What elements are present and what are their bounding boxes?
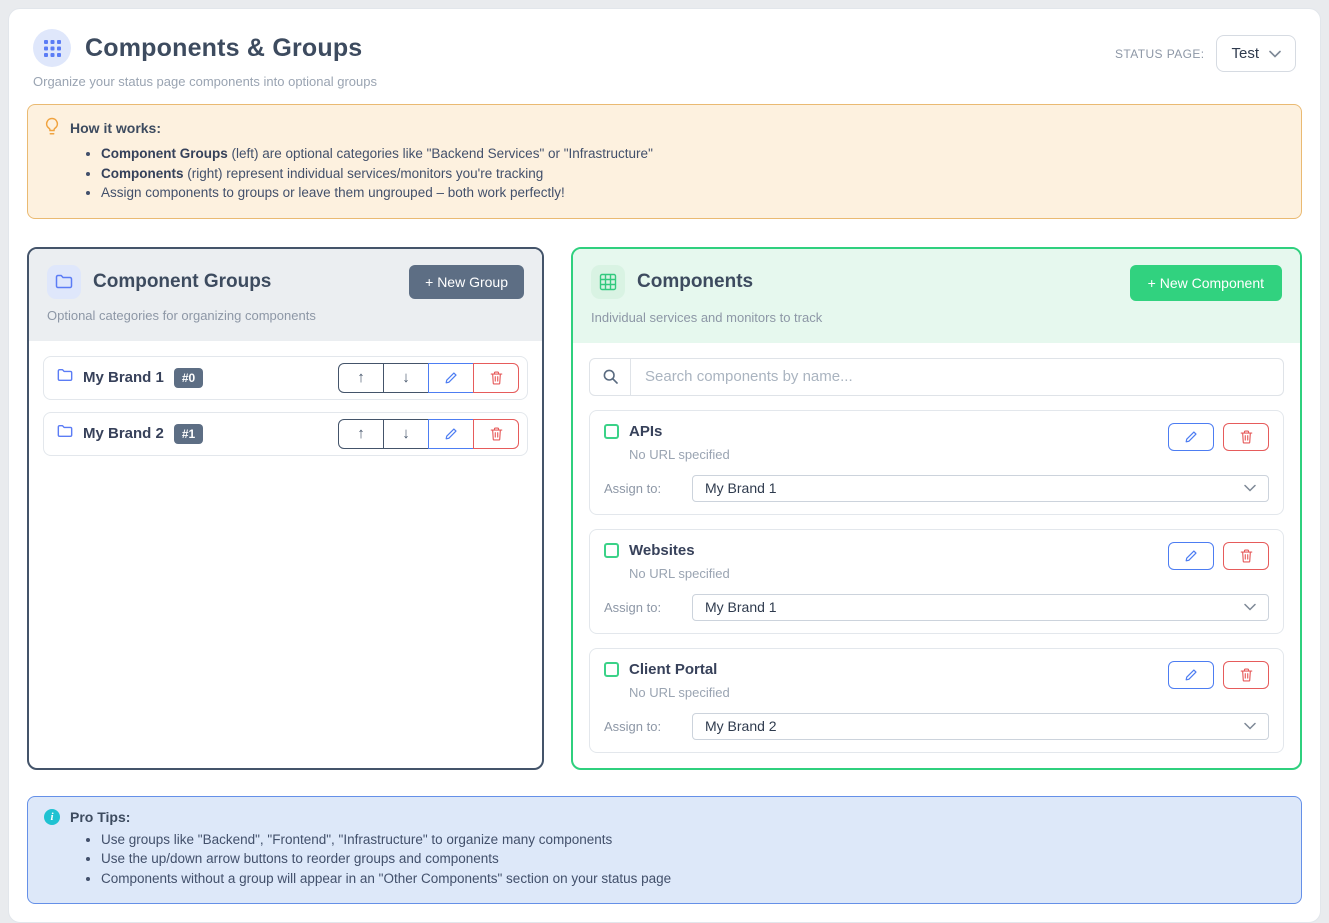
edit-component-button[interactable] bbox=[1168, 661, 1214, 689]
move-up-button[interactable]: ↑ bbox=[338, 419, 384, 449]
assign-group-select[interactable]: My Brand 1 bbox=[692, 475, 1269, 502]
assign-to-label: Assign to: bbox=[604, 600, 692, 615]
how-it-works-title: How it works: bbox=[70, 120, 161, 136]
groups-list: My Brand 1 #0 ↑ ↓ My Brand 2 #1 ↑ bbox=[29, 341, 542, 768]
search-input[interactable] bbox=[631, 359, 1283, 395]
status-page-label: STATUS PAGE: bbox=[1115, 47, 1204, 61]
assign-to-label: Assign to: bbox=[604, 719, 692, 734]
folder-icon bbox=[57, 368, 73, 387]
callout-bullet: Components (right) represent individual … bbox=[101, 166, 1285, 181]
component-name: Websites bbox=[629, 542, 695, 559]
group-row: My Brand 1 #0 ↑ ↓ bbox=[43, 356, 528, 400]
component-card: APIs No URL specified Assign to: My Bran… bbox=[589, 410, 1284, 515]
edit-component-button[interactable] bbox=[1168, 542, 1214, 570]
callout-bullet: Component Groups (left) are optional cat… bbox=[101, 146, 1285, 161]
callout-bullet: Use groups like "Backend", "Frontend", "… bbox=[101, 832, 1285, 847]
status-page-selector: STATUS PAGE: Test bbox=[1115, 35, 1296, 72]
page-header-left: Components & Groups Organize your status… bbox=[33, 29, 377, 89]
groups-panel-header: Component Groups + New Group Optional ca… bbox=[29, 249, 542, 341]
delete-component-button[interactable] bbox=[1223, 542, 1269, 570]
how-it-works-callout: How it works: Component Groups (left) ar… bbox=[27, 104, 1302, 219]
edit-group-button[interactable] bbox=[428, 419, 474, 449]
apps-grid-icon bbox=[33, 29, 71, 67]
component-url-status: No URL specified bbox=[629, 447, 730, 462]
new-component-button[interactable]: + New Component bbox=[1130, 265, 1282, 301]
component-url-status: No URL specified bbox=[629, 685, 730, 700]
chevron-down-icon bbox=[1269, 50, 1281, 58]
move-down-button[interactable]: ↓ bbox=[383, 363, 429, 393]
edit-component-button[interactable] bbox=[1168, 423, 1214, 451]
components-list: APIs No URL specified Assign to: My Bran… bbox=[589, 410, 1284, 753]
assign-group-select[interactable]: My Brand 1 bbox=[692, 594, 1269, 621]
chevron-down-icon bbox=[1244, 484, 1256, 492]
group-name: My Brand 1 bbox=[83, 369, 164, 386]
how-it-works-list: Component Groups (left) are optional cat… bbox=[101, 146, 1285, 200]
delete-group-button[interactable] bbox=[473, 419, 519, 449]
component-checkbox[interactable] bbox=[604, 424, 619, 439]
lightbulb-icon bbox=[44, 117, 60, 139]
components-panel-subtitle: Individual services and monitors to trac… bbox=[591, 310, 1282, 325]
new-group-button[interactable]: + New Group bbox=[409, 265, 524, 299]
assigned-group-value: My Brand 2 bbox=[705, 718, 777, 734]
chevron-down-icon bbox=[1244, 603, 1256, 611]
delete-component-button[interactable] bbox=[1223, 423, 1269, 451]
group-order-badge: #0 bbox=[174, 368, 203, 388]
component-card: Client Portal No URL specified Assign to… bbox=[589, 648, 1284, 753]
callout-bullet: Components without a group will appear i… bbox=[101, 871, 1285, 886]
component-name: Client Portal bbox=[629, 661, 717, 678]
pro-tips-title: Pro Tips: bbox=[70, 809, 130, 825]
chevron-down-icon bbox=[1244, 722, 1256, 730]
folder-icon bbox=[57, 424, 73, 443]
groups-panel-title: Component Groups bbox=[93, 271, 271, 293]
delete-group-button[interactable] bbox=[473, 363, 519, 393]
component-actions bbox=[1168, 661, 1269, 689]
page-header: Components & Groups Organize your status… bbox=[27, 25, 1302, 89]
grid-table-icon bbox=[591, 265, 625, 299]
pro-tips-callout: i Pro Tips: Use groups like "Backend", "… bbox=[27, 796, 1302, 905]
components-body: APIs No URL specified Assign to: My Bran… bbox=[573, 343, 1300, 768]
component-actions bbox=[1168, 542, 1269, 570]
group-order-badge: #1 bbox=[174, 424, 203, 444]
component-checkbox[interactable] bbox=[604, 543, 619, 558]
components-groups-page: Components & Groups Organize your status… bbox=[8, 8, 1321, 923]
info-icon: i bbox=[44, 809, 60, 825]
group-row: My Brand 2 #1 ↑ ↓ bbox=[43, 412, 528, 456]
components-panel: Components + New Component Individual se… bbox=[571, 247, 1302, 770]
components-panel-title: Components bbox=[637, 271, 753, 293]
group-actions: ↑ ↓ bbox=[338, 363, 519, 393]
assigned-group-value: My Brand 1 bbox=[705, 599, 777, 615]
group-name: My Brand 2 bbox=[83, 425, 164, 442]
components-panel-header: Components + New Component Individual se… bbox=[573, 249, 1300, 343]
folder-icon bbox=[47, 265, 81, 299]
move-up-button[interactable]: ↑ bbox=[338, 363, 384, 393]
status-page-value: Test bbox=[1231, 45, 1259, 62]
assigned-group-value: My Brand 1 bbox=[705, 480, 777, 496]
component-actions bbox=[1168, 423, 1269, 451]
panels-row: Component Groups + New Group Optional ca… bbox=[27, 247, 1302, 770]
search-icon bbox=[590, 359, 631, 395]
group-actions: ↑ ↓ bbox=[338, 419, 519, 449]
component-url-status: No URL specified bbox=[629, 566, 730, 581]
component-checkbox[interactable] bbox=[604, 662, 619, 677]
status-page-select[interactable]: Test bbox=[1216, 35, 1296, 72]
move-down-button[interactable]: ↓ bbox=[383, 419, 429, 449]
component-name: APIs bbox=[629, 423, 662, 440]
callout-bullet: Assign components to groups or leave the… bbox=[101, 185, 1285, 200]
callout-bullet: Use the up/down arrow buttons to reorder… bbox=[101, 851, 1285, 866]
groups-panel-subtitle: Optional categories for organizing compo… bbox=[47, 308, 524, 323]
page-subtitle: Organize your status page components int… bbox=[33, 74, 377, 89]
component-groups-panel: Component Groups + New Group Optional ca… bbox=[27, 247, 544, 770]
page-title: Components & Groups bbox=[85, 34, 362, 63]
edit-group-button[interactable] bbox=[428, 363, 474, 393]
assign-group-select[interactable]: My Brand 2 bbox=[692, 713, 1269, 740]
delete-component-button[interactable] bbox=[1223, 661, 1269, 689]
pro-tips-list: Use groups like "Backend", "Frontend", "… bbox=[101, 832, 1285, 886]
component-search bbox=[589, 358, 1284, 396]
component-card: Websites No URL specified Assign to: My … bbox=[589, 529, 1284, 634]
assign-to-label: Assign to: bbox=[604, 481, 692, 496]
